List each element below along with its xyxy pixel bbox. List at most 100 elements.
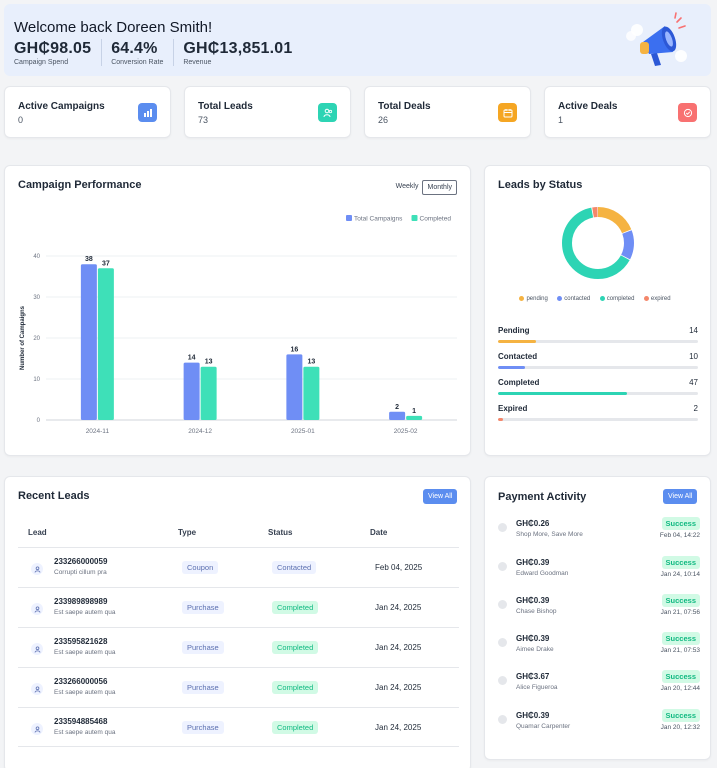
check-badge-icon [678, 103, 697, 122]
payment-status-badge: Success [661, 709, 700, 722]
table-row[interactable]: 233266000056 Est saepe autem qua Purchas… [18, 667, 459, 707]
lead-status-badge: Completed [272, 641, 319, 654]
user-icon [31, 723, 43, 735]
legend-expired: expired [643, 296, 671, 302]
welcome-banner: Welcome back Doreen Smith! GH₵98.05 Camp… [4, 4, 711, 76]
lead-note: Est saepe autem qua [54, 689, 116, 696]
table-row[interactable]: 233989898989 Est saepe autem qua Purchas… [18, 587, 459, 627]
status-label: Contacted [498, 352, 538, 361]
payment-item[interactable]: GH₵0.39 Aimee Drake Success Jan 21, 07:5… [498, 629, 700, 667]
lead-note: Corrupti cillum pra [54, 569, 107, 576]
lead-status-badge: Completed [272, 601, 319, 614]
payment-payer: Aimee Drake [516, 646, 554, 653]
legend-completed: completed [599, 296, 634, 302]
lead-status-badge: Completed [272, 721, 319, 734]
lead-type-badge: Purchase [182, 601, 224, 614]
user-icon [31, 643, 43, 655]
payment-status-badge: Success [661, 517, 700, 530]
status-progress-fill [498, 392, 627, 395]
stat-title: Total Leads [198, 101, 253, 112]
bar-value-label: 38 [85, 256, 93, 263]
user-icon [31, 563, 43, 575]
legend-label: Total Campaigns [354, 216, 403, 223]
payment-item[interactable]: GH₵0.39 Chase Bishop Success Jan 21, 07:… [498, 591, 700, 629]
payment-status-badge: Success [661, 632, 700, 645]
bar [183, 362, 200, 420]
payment-time: Feb 04, 14:22 [659, 532, 700, 539]
column-header-status: Status [268, 528, 293, 537]
lead-type-badge: Purchase [182, 641, 224, 654]
payment-payer: Quamar Carpenter [516, 723, 571, 730]
bar-value-label: 14 [188, 355, 196, 362]
payments-view-all-button[interactable]: View All [663, 489, 698, 504]
banner-metrics: GH₵98.05 Campaign Spend 64.4% Conversion… [14, 39, 311, 66]
metric-value: 64.4% [111, 40, 158, 57]
stat-card-total-leads[interactable]: Total Leads 73 [184, 86, 351, 138]
status-progress-fill [498, 418, 504, 421]
lead-status-badge: Contacted [272, 561, 317, 574]
status-label: Pending [498, 326, 530, 335]
lead-note: Est saepe autem qua [54, 649, 116, 656]
leads-view-all-button[interactable]: View All [423, 489, 458, 504]
x-tick-label: 2024-11 [86, 428, 110, 435]
payment-dot-icon [498, 523, 507, 532]
legend-label: Completed [420, 216, 452, 223]
bar [406, 415, 423, 420]
bar [80, 264, 97, 420]
payment-dot-icon [498, 638, 507, 647]
status-progress-fill [498, 340, 537, 343]
lead-phone: 233595821628 [54, 637, 108, 646]
status-label: Expired [498, 404, 528, 413]
lead-date: Jan 24, 2025 [375, 643, 422, 652]
lead-date: Jan 24, 2025 [375, 723, 422, 732]
payment-status-badge: Success [661, 670, 700, 683]
bar [200, 366, 217, 420]
payment-time: Jan 24, 10:14 [660, 571, 700, 578]
stat-value: 1 [558, 115, 564, 125]
status-progress-fill [498, 366, 526, 369]
status-count: 47 [689, 378, 698, 387]
payment-dot-icon [498, 600, 507, 609]
column-header-type: Type [178, 528, 197, 537]
campaign-bar-chart: 0 10 20 30 40 Number of Campaigns 38 37 2024-11 1… [20, 215, 457, 435]
bar-value-label: 2 [395, 404, 399, 411]
table-row[interactable]: 233266000059 Corrupti cillum pra Coupon … [18, 547, 459, 587]
payment-time: Jan 20, 12:32 [660, 724, 700, 731]
payment-item[interactable]: GH₵0.26 Shop More, Save More Success Feb… [498, 514, 700, 552]
payment-time: Jan 21, 07:56 [660, 609, 700, 616]
metric-campaign-spend: GH₵98.05 Campaign Spend [14, 39, 103, 66]
lead-note: Est saepe autem qua [54, 729, 116, 736]
status-progress-track [498, 392, 698, 395]
x-tick-label: 2025-01 [291, 428, 315, 435]
stat-card-active-deals[interactable]: Active Deals 1 [544, 86, 711, 138]
metric-label: Conversion Rate [111, 59, 164, 66]
stat-card-active-campaigns[interactable]: Active Campaigns 0 [4, 86, 171, 138]
payment-item[interactable]: GH₵0.39 Quamar Carpenter Success Jan 20,… [498, 706, 700, 744]
table-row[interactable]: 233595821628 Est saepe autem qua Purchas… [18, 627, 459, 667]
campaign-performance-card: Campaign Performance Weekly Monthly 0 10 2… [4, 165, 471, 456]
status-progress-track [498, 418, 698, 421]
payment-item[interactable]: GH₵0.39 Edward Goodman Success Jan 24, 1… [498, 553, 700, 591]
payment-activity-card: Payment Activity View All GH₵0.26 Shop M… [484, 476, 711, 760]
bar [97, 268, 114, 420]
payment-item[interactable]: GH₵3.67 Alice Figueroa Success Jan 20, 1… [498, 667, 700, 705]
table-row[interactable]: 233594885468 Est saepe autem qua Purchas… [18, 707, 459, 747]
bar-value-label: 13 [307, 359, 315, 366]
payment-activity-title: Payment Activity [498, 491, 587, 503]
toggle-weekly[interactable]: Weekly [392, 180, 423, 195]
toggle-monthly[interactable]: Monthly [422, 180, 457, 195]
payment-amount: GH₵0.39 [516, 634, 550, 643]
megaphone-icon [626, 12, 687, 66]
metric-label: Revenue [183, 59, 212, 66]
legend-swatch [411, 215, 418, 221]
stat-card-total-deals[interactable]: Total Deals 26 [364, 86, 531, 138]
leads-status-title: Leads by Status [498, 179, 583, 191]
bar [286, 354, 303, 420]
status-count: 2 [693, 404, 698, 413]
bar-value-label: 13 [205, 359, 213, 366]
payment-amount: GH₵0.26 [516, 519, 550, 528]
lead-type-badge: Coupon [182, 561, 219, 574]
bar-value-label: 16 [290, 346, 298, 353]
bar-value-label: 1 [412, 408, 416, 415]
lead-phone: 233266000056 [54, 677, 108, 686]
